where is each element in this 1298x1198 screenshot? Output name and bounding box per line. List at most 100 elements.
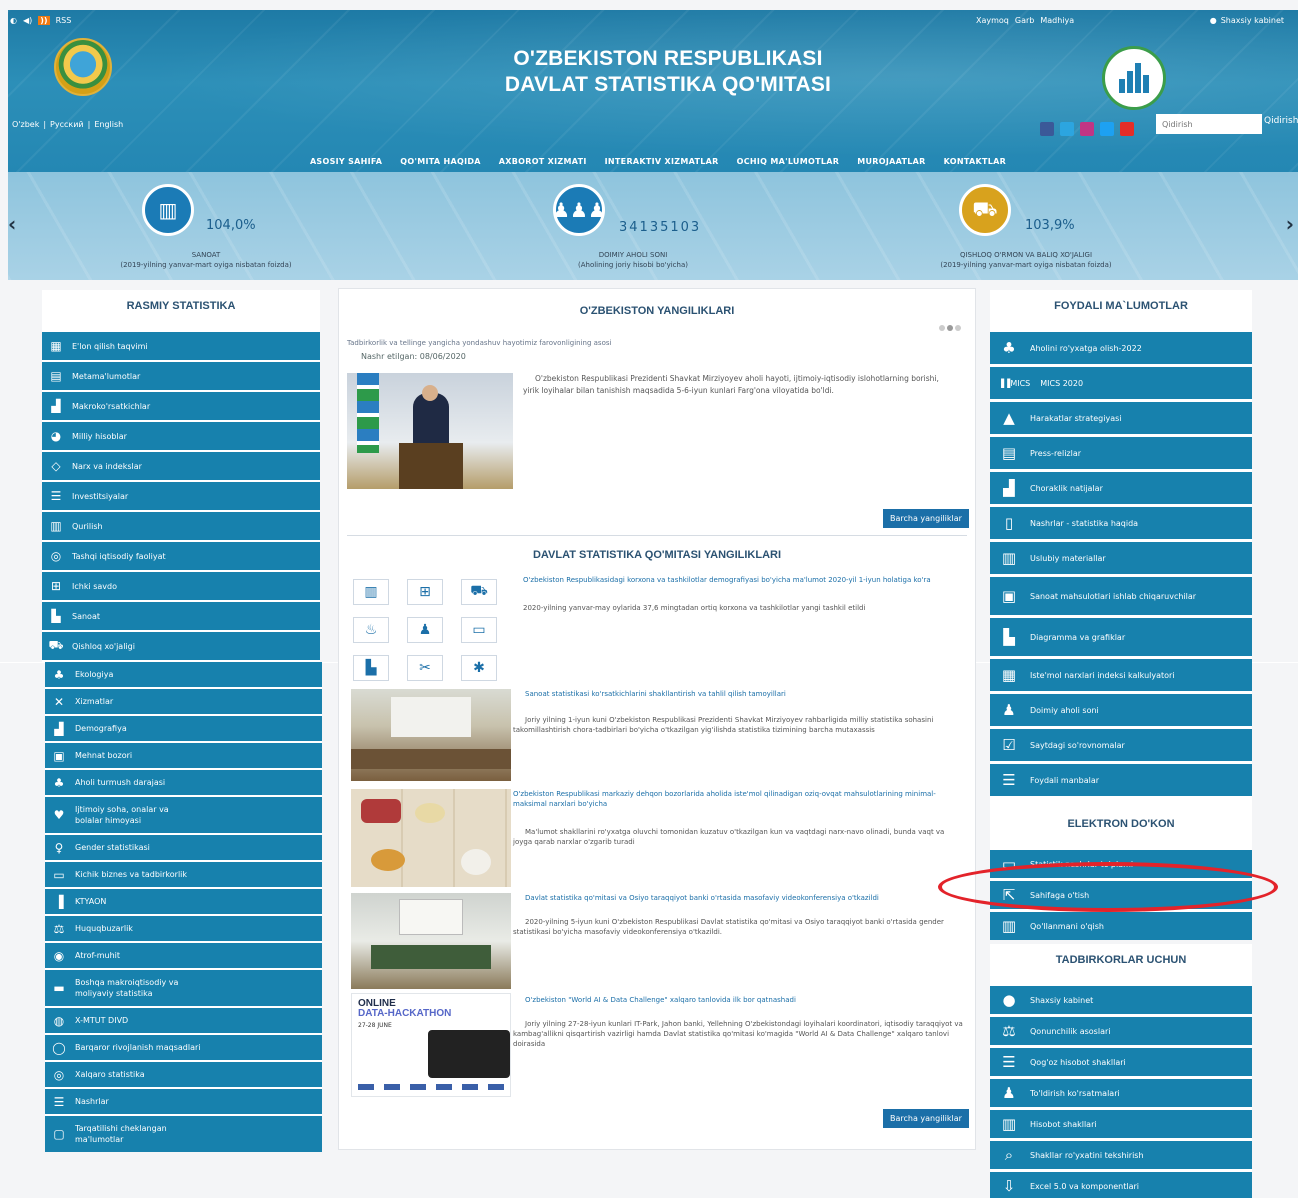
menu-labor[interactable]: ▣ Mehnat bozori bbox=[45, 743, 322, 768]
menu-mics[interactable]: ▐▐ MICS MICS 2020 bbox=[990, 367, 1252, 399]
menu-xmtut[interactable]: ◍ X-MTUT DIVD bbox=[45, 1008, 322, 1033]
menu-personal-cabinet[interactable]: ● Shaxsiy kabinet bbox=[990, 986, 1252, 1014]
all-news-button[interactable]: Barcha yangiliklar bbox=[883, 509, 969, 528]
menu-population[interactable]: ♟ Doimiy aholi soni bbox=[990, 694, 1252, 726]
menu-agriculture[interactable]: ⛟ Qishloq xo'jaligi bbox=[42, 632, 320, 660]
menu-metadata[interactable]: ▤ Metama'lumotlar bbox=[42, 362, 320, 390]
nav-contacts[interactable]: KONTAKTLAR bbox=[944, 157, 1006, 166]
nav-about[interactable]: QO'MITA HAQIDA bbox=[400, 157, 481, 166]
menu-census[interactable]: ♣ Aholini ro'yxatga olish-2022 bbox=[990, 332, 1252, 364]
menu-sources[interactable]: ☰ Foydali manbalar bbox=[990, 764, 1252, 796]
twitter-icon[interactable] bbox=[1100, 122, 1114, 136]
lang-uz[interactable]: O'zbek bbox=[12, 120, 39, 129]
menu-demography[interactable]: ▟ Demografiya bbox=[45, 716, 322, 741]
menu-paper-forms[interactable]: ☰ Qog'oz hisobot shakllari bbox=[990, 1048, 1252, 1076]
news-link-1[interactable]: Sanoat statistikasi ko'rsatkichlarini sh… bbox=[525, 689, 965, 699]
menu-read-manual[interactable]: ▥ Qo'llanmani o'qish bbox=[990, 912, 1252, 940]
videoconference-photo[interactable] bbox=[351, 893, 511, 989]
slider-dot[interactable] bbox=[955, 325, 961, 331]
uzstat-logo[interactable] bbox=[1102, 46, 1166, 110]
menu-services[interactable]: ✕ Xizmatlar bbox=[45, 689, 322, 714]
menu-publications[interactable]: ☰ Nashrlar bbox=[45, 1089, 322, 1114]
president-photo[interactable] bbox=[347, 373, 513, 489]
building-icon[interactable]: ▥ bbox=[353, 579, 389, 605]
topbar-link-2[interactable]: Madhiya bbox=[1040, 16, 1074, 25]
worker-icon[interactable]: ♟ bbox=[407, 617, 443, 643]
menu-check-forms[interactable]: ⌕ Shakllar ro'yxatini tekshirish bbox=[990, 1141, 1252, 1169]
menu-ecology[interactable]: ♣ Ekologiya bbox=[45, 662, 322, 687]
menu-excel[interactable]: ⇩ Excel 5.0 va komponentlari bbox=[990, 1172, 1252, 1198]
nav-open-data[interactable]: OCHIQ MA'LUMOTLAR bbox=[737, 157, 840, 166]
menu-producers[interactable]: ▣ Sanoat mahsulotlari ishlab chiqaruvchil… bbox=[990, 577, 1252, 615]
cabinet-link[interactable]: Shaxsiy kabinet bbox=[1221, 16, 1284, 25]
thermometer-icon[interactable]: ♨ bbox=[353, 617, 389, 643]
news-link-2[interactable]: O'zbekiston Respublikasi markaziy dehqon… bbox=[513, 789, 963, 809]
cart-icon[interactable]: ⊞ bbox=[407, 579, 443, 605]
menu-investments[interactable]: ☰ Investitsiyalar bbox=[42, 482, 320, 510]
menu-restricted[interactable]: ▢ Tarqatilishi cheklangan ma'lumotlar bbox=[45, 1116, 322, 1152]
menu-charts[interactable]: ▙ Diagramma va grafiklar bbox=[990, 618, 1252, 656]
nav-press[interactable]: AXBOROT XIZMATI bbox=[499, 157, 587, 166]
menu-other-macro[interactable]: ▬ Boshqa makroiqtisodiy va moliyaviy stat… bbox=[45, 970, 322, 1006]
topbar-link-0[interactable]: Xaymoq bbox=[976, 16, 1009, 25]
menu-surveys[interactable]: ☑ Saytdagi so'rovnomalar bbox=[990, 729, 1252, 761]
rss-link[interactable]: RSS bbox=[56, 16, 72, 25]
carousel-prev-icon[interactable]: ‹ bbox=[8, 212, 16, 236]
slider-dot[interactable] bbox=[947, 325, 953, 331]
carousel-next-icon[interactable]: › bbox=[1286, 212, 1294, 236]
nav-appeals[interactable]: MUROJAATLAR bbox=[857, 157, 925, 166]
menu-gender[interactable]: ♀ Gender statistikasi bbox=[45, 835, 322, 860]
menu-prices[interactable]: ◇ Narx va indekslar bbox=[42, 452, 320, 480]
menu-social[interactable]: ♥ Ijtimoiy soha, onalar va bolalar himoya… bbox=[45, 797, 322, 833]
hackathon-image[interactable]: ONLINE DATA-HACKATHON 27-28 JUNE bbox=[351, 993, 511, 1097]
menu-environment[interactable]: ◉ Atrof-muhit bbox=[45, 943, 322, 968]
menu-instructions[interactable]: ♟ To'ldirish ko'rsatmalari bbox=[990, 1079, 1252, 1107]
youtube-icon[interactable] bbox=[1120, 122, 1134, 136]
menu-methods[interactable]: ▥ Uslubiy materiallar bbox=[990, 542, 1252, 574]
industry-icon[interactable]: ▙ bbox=[353, 655, 389, 681]
home-icon[interactable]: ◐ bbox=[10, 16, 17, 25]
lang-ru[interactable]: Русский bbox=[50, 120, 84, 129]
search-button[interactable]: Qidirish bbox=[1264, 116, 1298, 126]
menu-quarterly[interactable]: ▟ Choraklik natijalar bbox=[990, 472, 1252, 504]
menu-cpi-calculator[interactable]: ▦ Iste'mol narxlari indeksi kalkulyatori bbox=[990, 659, 1252, 691]
menu-foreign-trade[interactable]: ◎ Tashqi iqtisodiy faoliyat bbox=[42, 542, 320, 570]
menu-offenses[interactable]: ⚖ Huquqbuzarlik bbox=[45, 916, 322, 941]
search-input[interactable] bbox=[1156, 114, 1262, 134]
menu-ktyaon[interactable]: ▐ KTYAON bbox=[45, 889, 322, 914]
menu-national-accounts[interactable]: ◕ Milliy hisoblar bbox=[42, 422, 320, 450]
menu-living-standards[interactable]: ♣ Aholi turmush darajasi bbox=[45, 770, 322, 795]
facebook-icon[interactable] bbox=[1040, 122, 1054, 136]
menu-strategy[interactable]: ▲ Harakatlar strategiyasi bbox=[990, 402, 1252, 434]
news-link-4[interactable]: O'zbekiston "World AI & Data Challenge" … bbox=[525, 995, 965, 1005]
menu-sdg[interactable]: ◯ Barqaror rivojlanish maqsadlari bbox=[45, 1035, 322, 1060]
menu-international[interactable]: ◎ Xalqaro statistika bbox=[45, 1062, 322, 1087]
menu-domestic-trade[interactable]: ⊞ Ichki savdo bbox=[42, 572, 320, 600]
instagram-icon[interactable] bbox=[1080, 122, 1094, 136]
news-link-3[interactable]: Davlat statistika qo'mitasi va Osiyo tar… bbox=[525, 893, 965, 903]
news-ticker[interactable]: Tadbirkorlik va tellinge yangicha yondas… bbox=[347, 339, 611, 347]
network-icon[interactable]: ✱ bbox=[461, 655, 497, 681]
menu-legislation[interactable]: ⚖ Qonunchilik asoslari bbox=[990, 1017, 1252, 1045]
topbar-link-1[interactable]: Garb bbox=[1015, 16, 1034, 25]
nav-services[interactable]: INTERAKTIV XIZMATLAR bbox=[605, 157, 719, 166]
bus-icon[interactable]: ▭ bbox=[461, 617, 497, 643]
food-photo[interactable] bbox=[351, 789, 511, 887]
menu-industry[interactable]: ▙ Sanoat bbox=[42, 602, 320, 630]
tools-icon[interactable]: ✂ bbox=[407, 655, 443, 681]
car-icon[interactable]: ⛟ bbox=[461, 579, 497, 605]
menu-press-releases[interactable]: ▤ Press-relizlar bbox=[990, 437, 1252, 469]
menu-small-business[interactable]: ▭ Kichik biznes va tadbirkorlik bbox=[45, 862, 322, 887]
all-news-button-2[interactable]: Barcha yangiliklar bbox=[883, 1109, 969, 1128]
state-emblem-logo[interactable] bbox=[54, 38, 112, 96]
menu-release-calendar[interactable]: ▦ E'lon qilish taqvimi bbox=[42, 332, 320, 360]
telegram-icon[interactable] bbox=[1060, 122, 1074, 136]
sound-icon[interactable]: ◀) bbox=[23, 16, 32, 25]
nav-home[interactable]: ASOSIY SAHIFA bbox=[310, 157, 382, 166]
menu-macro[interactable]: ▟ Makroko'rsatkichlar bbox=[42, 392, 320, 420]
menu-report-forms[interactable]: ▥ Hisobot shakllari bbox=[990, 1110, 1252, 1138]
slider-dot[interactable] bbox=[939, 325, 945, 331]
menu-construction[interactable]: ▥ Qurilish bbox=[42, 512, 320, 540]
menu-publications-about[interactable]: ▯ Nashrlar - statistika haqida bbox=[990, 507, 1252, 539]
meeting-photo[interactable] bbox=[351, 689, 511, 781]
